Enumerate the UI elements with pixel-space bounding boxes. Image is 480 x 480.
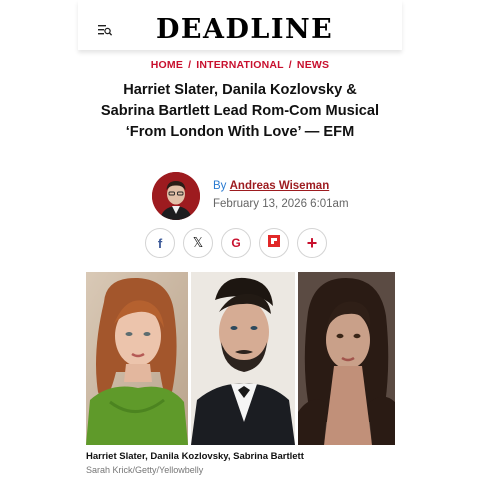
publish-date: February 13, 2026 6:01am xyxy=(213,198,349,210)
breadcrumb-home[interactable]: HOME xyxy=(151,59,183,71)
site-logo[interactable]: DEADLINE xyxy=(156,15,333,45)
photo-sabrina-bartlett xyxy=(298,272,395,445)
google-icon: G xyxy=(231,236,241,250)
breadcrumb-separator: / xyxy=(188,59,192,71)
site-header: DEADLINE xyxy=(78,0,402,50)
share-x-button[interactable]: 𝕏 xyxy=(183,228,213,258)
by-label: By xyxy=(213,180,227,192)
byline: By Andreas Wiseman xyxy=(213,180,329,192)
image-caption: Harriet Slater, Danila Kozlovsky, Sabrin… xyxy=(86,451,304,462)
article-headline: Harriet Slater, Danila Kozlovsky & Sabri… xyxy=(100,82,380,140)
facebook-icon: f xyxy=(157,235,163,251)
breadcrumb-news[interactable]: NEWS xyxy=(297,59,329,71)
share-google-button[interactable]: G xyxy=(221,228,251,258)
photo-danila-kozlovsky xyxy=(191,272,295,445)
share-more-button[interactable]: + xyxy=(297,228,327,258)
author-link[interactable]: Andreas Wiseman xyxy=(230,180,330,192)
breadcrumb-separator: / xyxy=(288,59,292,71)
photo-harriet-slater xyxy=(86,272,188,445)
breadcrumb-international[interactable]: INTERNATIONAL xyxy=(196,59,284,71)
breadcrumb: HOME / INTERNATIONAL / NEWS xyxy=(0,59,480,71)
share-flipboard-button[interactable] xyxy=(259,228,289,258)
menu-search-icon[interactable] xyxy=(98,24,112,36)
share-facebook-button[interactable]: f xyxy=(145,228,175,258)
plus-icon: + xyxy=(306,233,318,253)
flipboard-icon xyxy=(268,235,280,251)
image-credit: Sarah Krick/Getty/Yellowbelly xyxy=(86,465,204,475)
x-icon: 𝕏 xyxy=(192,235,204,251)
author-avatar[interactable] xyxy=(152,172,200,220)
